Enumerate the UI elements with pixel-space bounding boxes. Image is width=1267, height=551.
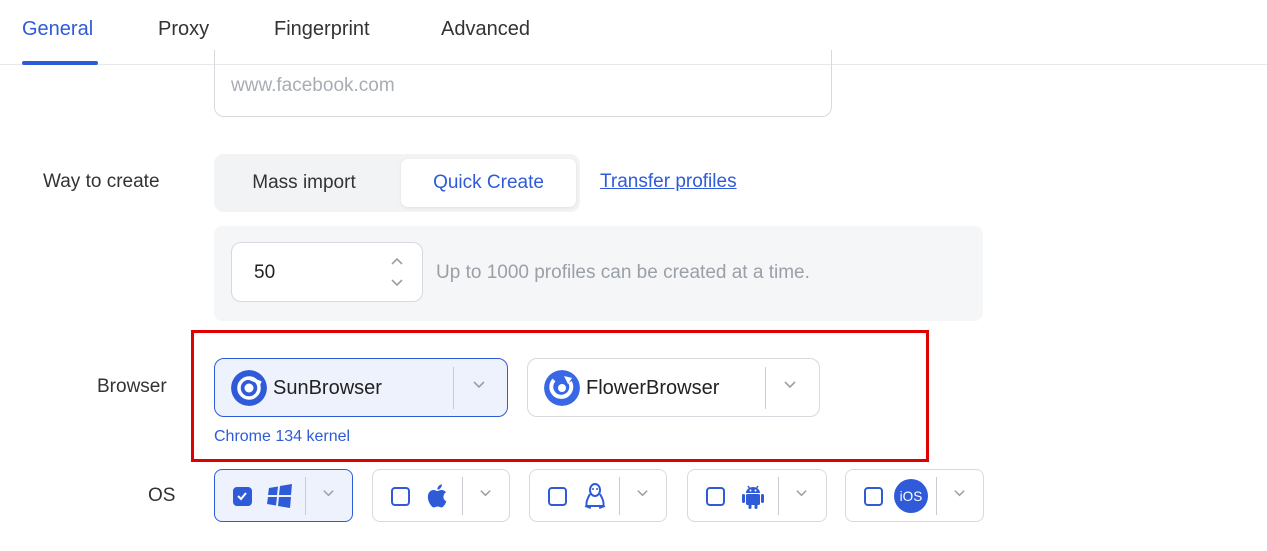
create-mode-switch: Mass import Quick Create [214, 154, 580, 212]
chevron-down-icon[interactable] [794, 485, 809, 504]
divider [778, 477, 779, 515]
divider [462, 477, 463, 515]
divider [305, 477, 306, 515]
sunbrowser-icon [231, 370, 267, 406]
os-macos-option[interactable] [372, 469, 510, 522]
divider [619, 477, 620, 515]
chevron-down-icon[interactable] [782, 376, 798, 397]
os-label: OS [148, 485, 176, 506]
chevron-down-icon[interactable] [635, 485, 650, 504]
tab-proxy[interactable]: Proxy [158, 18, 209, 41]
tab-fingerprint[interactable]: Fingerprint [274, 18, 370, 41]
mass-import-option[interactable]: Mass import [224, 159, 384, 207]
divider [453, 367, 454, 409]
way-to-create-label: Way to create [43, 171, 160, 192]
divider [765, 367, 766, 409]
chevron-down-icon[interactable] [321, 485, 336, 504]
decrement-icon[interactable] [390, 276, 404, 290]
quantity-hint: Up to 1000 profiles can be created at a … [436, 262, 810, 283]
quantity-stepper[interactable]: 50 [231, 242, 423, 302]
tab-general[interactable]: General [22, 18, 93, 41]
sunbrowser-name: SunBrowser [273, 377, 382, 399]
flowerbrowser-icon [544, 370, 580, 406]
tab-advanced[interactable]: Advanced [441, 18, 530, 41]
os-linux-option[interactable] [529, 469, 667, 522]
chevron-down-icon[interactable] [478, 485, 493, 504]
checkbox[interactable] [233, 487, 252, 506]
android-icon [742, 485, 764, 509]
kernel-note: Chrome 134 kernel [214, 428, 351, 445]
chevron-down-icon[interactable] [471, 376, 487, 397]
quantity-value: 50 [254, 262, 276, 283]
active-tab-indicator [22, 61, 98, 65]
checkbox[interactable] [706, 487, 725, 506]
chevron-down-icon[interactable] [952, 485, 967, 504]
ios-icon-text: iOS [900, 489, 923, 504]
os-ios-option[interactable]: iOS [845, 469, 984, 522]
checkbox[interactable] [864, 487, 883, 506]
browser-label: Browser [97, 376, 167, 397]
transfer-profiles-link[interactable]: Transfer profiles [600, 171, 737, 193]
checkbox[interactable] [391, 487, 410, 506]
flowerbrowser-select[interactable]: FlowerBrowser [527, 358, 820, 417]
divider [936, 477, 937, 515]
linux-icon [584, 483, 606, 509]
sunbrowser-select[interactable]: SunBrowser [214, 358, 508, 417]
apple-icon [427, 484, 447, 508]
increment-icon[interactable] [390, 254, 404, 268]
os-windows-option[interactable] [214, 469, 353, 522]
flowerbrowser-name: FlowerBrowser [586, 377, 720, 399]
windows-icon [267, 484, 292, 508]
url-placeholder: www.facebook.com [231, 75, 395, 96]
quick-create-option[interactable]: Quick Create [401, 159, 576, 207]
ios-icon: iOS [894, 479, 928, 513]
os-android-option[interactable] [687, 469, 827, 522]
url-textarea[interactable]: www.facebook.com [214, 50, 832, 117]
checkbox[interactable] [548, 487, 567, 506]
